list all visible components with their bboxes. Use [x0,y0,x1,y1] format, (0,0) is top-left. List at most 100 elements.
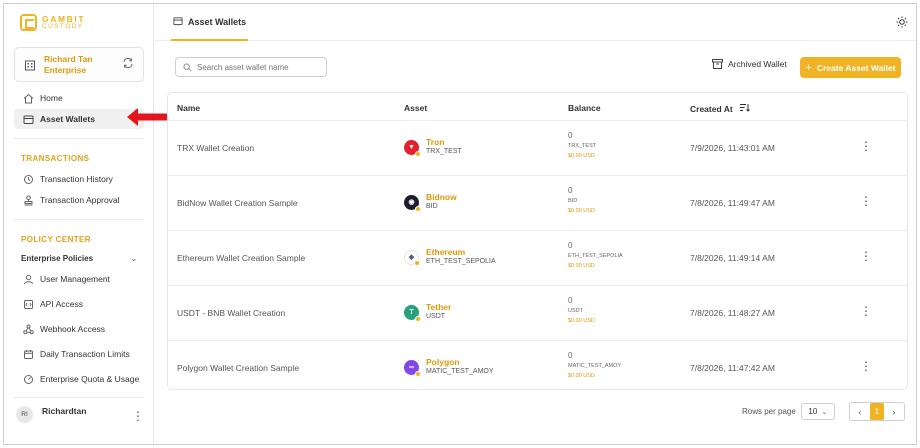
sidebar-item-transaction-approval[interactable]: Transaction Approval [14,190,144,210]
history-icon [22,173,34,185]
rows-per-page-value: 10 [808,407,818,416]
brand-subname: CUSTODY [42,22,84,30]
stamp-icon [22,194,34,206]
balance-cell: 0 USDT $0.00 USD [568,296,595,326]
table-row[interactable]: TRX Wallet Creation ▼ Tron TRX_TEST 0 TRX_TES… [168,121,907,176]
wallet-name: USDT - BNB Wallet Creation [177,308,286,318]
asset-cell: ∞ Polygon MATIC_TEST_AMOY [404,357,494,377]
asset-symbol: TRX_TEST [426,148,462,155]
table-row[interactable]: BidNow Wallet Creation Sample ◉ Bidnow BID 0… [168,176,907,231]
more-vertical-icon[interactable]: ⋮ [860,359,872,373]
network-badge-icon [415,315,421,322]
balance-value: 0 [568,296,573,305]
sidebar-item-daily-limits[interactable]: Daily Transaction Limits [14,344,144,364]
more-vertical-icon[interactable]: ⋮ [860,139,872,153]
coin-icon: ◆ [404,249,420,266]
balance-value: 0 [568,131,573,140]
column-header-asset: Asset [404,103,428,113]
brand-logo: GAMBIT CUSTODY [20,14,85,31]
wallet-name: Ethereum Wallet Creation Sample [177,253,306,263]
asset-cell: T Tether USDT [404,302,452,322]
brand-name: GAMBIT [42,13,86,24]
created-at: 7/8/2026, 11:48:27 AM [690,308,775,318]
asset-name: Tether [426,302,452,312]
org-switcher[interactable]: Richard Tan Enterprise [14,47,144,82]
column-header-name: Name [177,103,201,113]
chevron-down-icon[interactable]: ⌄ [130,253,138,264]
balance-usd: $0.00 USD [568,153,595,159]
balance-symbol: MATIC_TEST_AMOY [568,363,622,369]
coin-icon: ▼ [404,139,421,157]
next-page-button[interactable]: › [886,403,902,420]
sidebar-item-label: User Management [40,274,110,284]
user-name: Richardtan [42,405,87,416]
org-name: Richard Tan Enterprise [44,53,93,75]
archived-label: Archived Wallet [728,59,787,69]
more-vertical-icon[interactable]: ⋮ [860,249,872,263]
balance-value: 0 [568,241,573,250]
wallet-icon [173,16,183,28]
table-row[interactable]: USDT - BNB Wallet Creation T Tether USDT 0 US… [168,286,907,341]
enterprise-policies-toggle[interactable]: Enterprise Policies [21,254,93,263]
api-icon [22,298,34,310]
sidebar-item-transaction-history[interactable]: Transaction History [14,169,144,189]
asset-name: Ethereum [426,247,466,257]
asset-symbol: USDT [426,313,446,320]
more-vertical-icon[interactable]: ⋮ [132,409,144,423]
more-vertical-icon[interactable]: ⋮ [860,304,872,318]
sidebar-item-label: Daily Transaction Limits [40,349,130,359]
search-input[interactable] [197,62,317,72]
created-at: 7/8/2026, 11:49:14 AM [690,253,775,263]
balance-cell: 0 MATIC_TEST_AMOY $0.00 USD [568,351,621,381]
gauge-icon [22,373,34,385]
balance-cell: 0 ETH_TEST_SEPOLIA $0.00 USD [568,241,623,271]
coin-glyph: ◉ [408,199,415,206]
wallet-name: TRX Wallet Creation [177,143,255,153]
sidebar-item-webhook-access[interactable]: Webhook Access [14,319,144,339]
created-at: 7/8/2026, 11:49:47 AM [690,198,775,208]
switch-org-icon[interactable] [122,57,134,72]
logo-icon [20,14,37,31]
wallet-name: Polygon Wallet Creation Sample [177,363,300,373]
user-profile[interactable]: RI Richardtan [16,406,86,423]
table-row[interactable]: Ethereum Wallet Creation Sample ◆ Ethereum… [168,231,907,286]
network-badge-icon [414,259,420,266]
sidebar-item-home[interactable]: Home [14,88,144,108]
sidebar-item-user-management[interactable]: User Management [14,269,144,289]
sidebar-item-label: Asset Wallets [40,114,95,124]
archived-wallet-button[interactable]: Archived Wallet [712,59,787,69]
column-header-created[interactable]: Created At [690,103,750,114]
prev-page-button[interactable]: ‹ [852,403,868,420]
balance-usd: $0.00 USD [568,373,595,379]
balance-symbol: USDT [568,308,583,314]
rows-per-page-select[interactable]: 10 ⌄ [800,403,835,420]
sun-icon[interactable] [896,16,908,28]
sidebar-item-quota-usage[interactable]: Enterprise Quota & Usage [14,369,144,389]
sidebar-item-asset-wallets[interactable]: Asset Wallets [14,109,144,129]
create-asset-wallet-button[interactable]: + Create Asset Wallet [800,57,901,78]
sidebar-item-label: Home [40,93,63,103]
sort-icon[interactable] [740,103,750,114]
balance-cell: 0 TRX_TEST $0.00 USD [568,131,596,161]
more-vertical-icon[interactable]: ⋮ [860,194,872,208]
sidebar-item-api-access[interactable]: API Access [14,294,144,314]
table-header: Name Asset Balance Created At [168,93,907,121]
created-at: 7/9/2026, 11:43:01 AM [690,143,775,153]
coin-icon: ∞ [404,359,421,377]
created-at: 7/8/2026, 11:47:42 AM [690,363,775,373]
divider [14,138,144,139]
wallet-name: BidNow Wallet Creation Sample [177,198,298,208]
balance-usd: $0.00 USD [568,318,595,324]
sidebar-item-label: Transaction Approval [40,195,120,205]
current-page[interactable]: 1 [869,403,884,420]
search-icon [183,62,192,71]
tab-asset-wallets[interactable]: Asset Wallets [171,4,249,41]
coin-icon: ◉ [404,194,421,212]
search-box[interactable] [175,57,327,77]
archive-icon [712,59,723,69]
user-icon [22,273,34,285]
asset-name: Polygon [426,357,460,367]
table-row[interactable]: Polygon Wallet Creation Sample ∞ Polygon MA… [168,341,907,396]
webhook-icon [22,323,34,335]
network-badge-icon [415,370,421,377]
